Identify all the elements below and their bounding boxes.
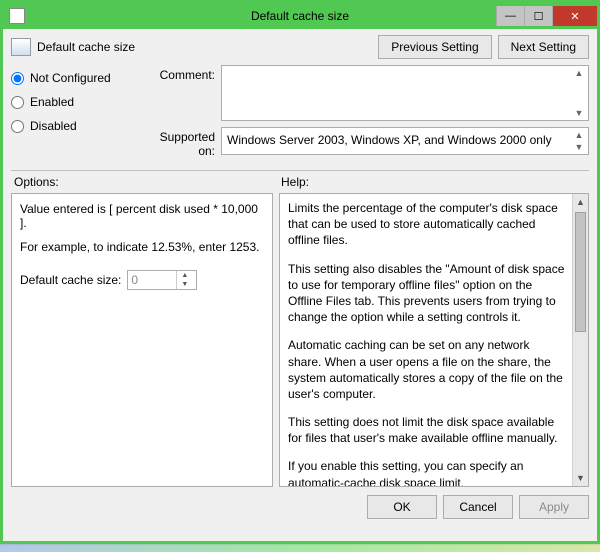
supported-scrollbar[interactable]: ▲ ▼	[572, 130, 586, 152]
comment-textarea[interactable]: ▲ ▼	[221, 65, 589, 121]
title-bar[interactable]: Default cache size	[3, 3, 597, 29]
help-pane-wrap: Limits the percentage of the computer's …	[279, 193, 589, 487]
help-scrollbar[interactable]: ▲ ▼	[572, 194, 588, 486]
page-title: Default cache size	[37, 40, 378, 54]
scroll-down-icon[interactable]: ▼	[572, 142, 586, 152]
state-radio-group: Not Configured Enabled Disabled	[11, 65, 141, 164]
scroll-up-icon[interactable]: ▲	[572, 68, 586, 78]
help-paragraph: This setting does not limit the disk spa…	[288, 414, 566, 446]
help-label: Help:	[273, 175, 589, 189]
spinner-down-icon[interactable]: ▼	[177, 280, 192, 289]
apply-button[interactable]: Apply	[519, 495, 589, 519]
nav-buttons: Previous Setting Next Setting	[378, 35, 589, 59]
radio-not-configured-label: Not Configured	[30, 71, 111, 85]
radio-disabled-input[interactable]	[11, 120, 24, 133]
help-paragraph: This setting also disables the "Amount o…	[288, 261, 566, 326]
radio-not-configured-input[interactable]	[11, 72, 24, 85]
supported-label: Supported on:	[141, 127, 221, 158]
divider	[11, 170, 589, 171]
options-text-line1: Value entered is [ percent disk used * 1…	[20, 202, 264, 230]
ok-button[interactable]: OK	[367, 495, 437, 519]
help-paragraph: Limits the percentage of the computer's …	[288, 200, 566, 249]
spinner-up-icon[interactable]: ▲	[177, 271, 192, 280]
help-paragraph: Automatic caching can be set on any netw…	[288, 337, 566, 402]
radio-disabled[interactable]: Disabled	[11, 119, 141, 133]
meta-column: Comment: ▲ ▼ Supported on: Windows Serve…	[141, 65, 589, 164]
pane-labels: Options: Help:	[11, 175, 589, 189]
dialog-window: Default cache size Default cache size Pr…	[0, 0, 600, 544]
radio-enabled-input[interactable]	[11, 96, 24, 109]
cache-size-spinner[interactable]: ▲ ▼	[127, 270, 197, 290]
scroll-thumb[interactable]	[575, 212, 586, 332]
system-icon	[9, 8, 25, 24]
scroll-down-icon[interactable]: ▼	[573, 470, 588, 486]
header-row: Default cache size Previous Setting Next…	[11, 35, 589, 59]
policy-icon	[11, 38, 31, 56]
options-label: Options:	[11, 175, 273, 189]
panes: Value entered is [ percent disk used * 1…	[11, 193, 589, 487]
spinner-buttons: ▲ ▼	[176, 271, 192, 289]
cache-size-row: Default cache size: ▲ ▼	[20, 270, 264, 290]
close-button[interactable]	[552, 6, 597, 26]
maximize-button[interactable]	[524, 6, 552, 26]
radio-disabled-label: Disabled	[30, 119, 77, 133]
cache-size-input[interactable]	[128, 271, 176, 289]
supported-row: Supported on: Windows Server 2003, Windo…	[141, 127, 589, 158]
cache-size-label: Default cache size:	[20, 273, 121, 287]
comment-label: Comment:	[141, 65, 221, 82]
comment-scrollbar[interactable]: ▲ ▼	[572, 68, 586, 118]
radio-enabled[interactable]: Enabled	[11, 95, 141, 109]
cancel-button[interactable]: Cancel	[443, 495, 513, 519]
next-setting-button[interactable]: Next Setting	[498, 35, 589, 59]
radio-not-configured[interactable]: Not Configured	[11, 71, 141, 85]
help-pane: Limits the percentage of the computer's …	[280, 194, 572, 486]
scroll-down-icon[interactable]: ▼	[572, 108, 586, 118]
window-controls	[496, 6, 597, 26]
options-pane: Value entered is [ percent disk used * 1…	[11, 193, 273, 487]
previous-setting-button[interactable]: Previous Setting	[378, 35, 491, 59]
options-text-line2: For example, to indicate 12.53%, enter 1…	[20, 240, 264, 254]
supported-textbox: Windows Server 2003, Windows XP, and Win…	[221, 127, 589, 155]
radio-enabled-label: Enabled	[30, 95, 74, 109]
scroll-up-icon[interactable]: ▲	[573, 194, 588, 210]
comment-row: Comment: ▲ ▼	[141, 65, 589, 121]
top-section: Not Configured Enabled Disabled Comment:	[11, 65, 589, 164]
help-paragraph: If you enable this setting, you can spec…	[288, 458, 566, 486]
supported-value: Windows Server 2003, Windows XP, and Win…	[227, 133, 552, 147]
client-area: Default cache size Previous Setting Next…	[3, 29, 597, 527]
minimize-button[interactable]	[496, 6, 524, 26]
footer-buttons: OK Cancel Apply	[11, 487, 589, 519]
scroll-up-icon[interactable]: ▲	[572, 130, 586, 140]
